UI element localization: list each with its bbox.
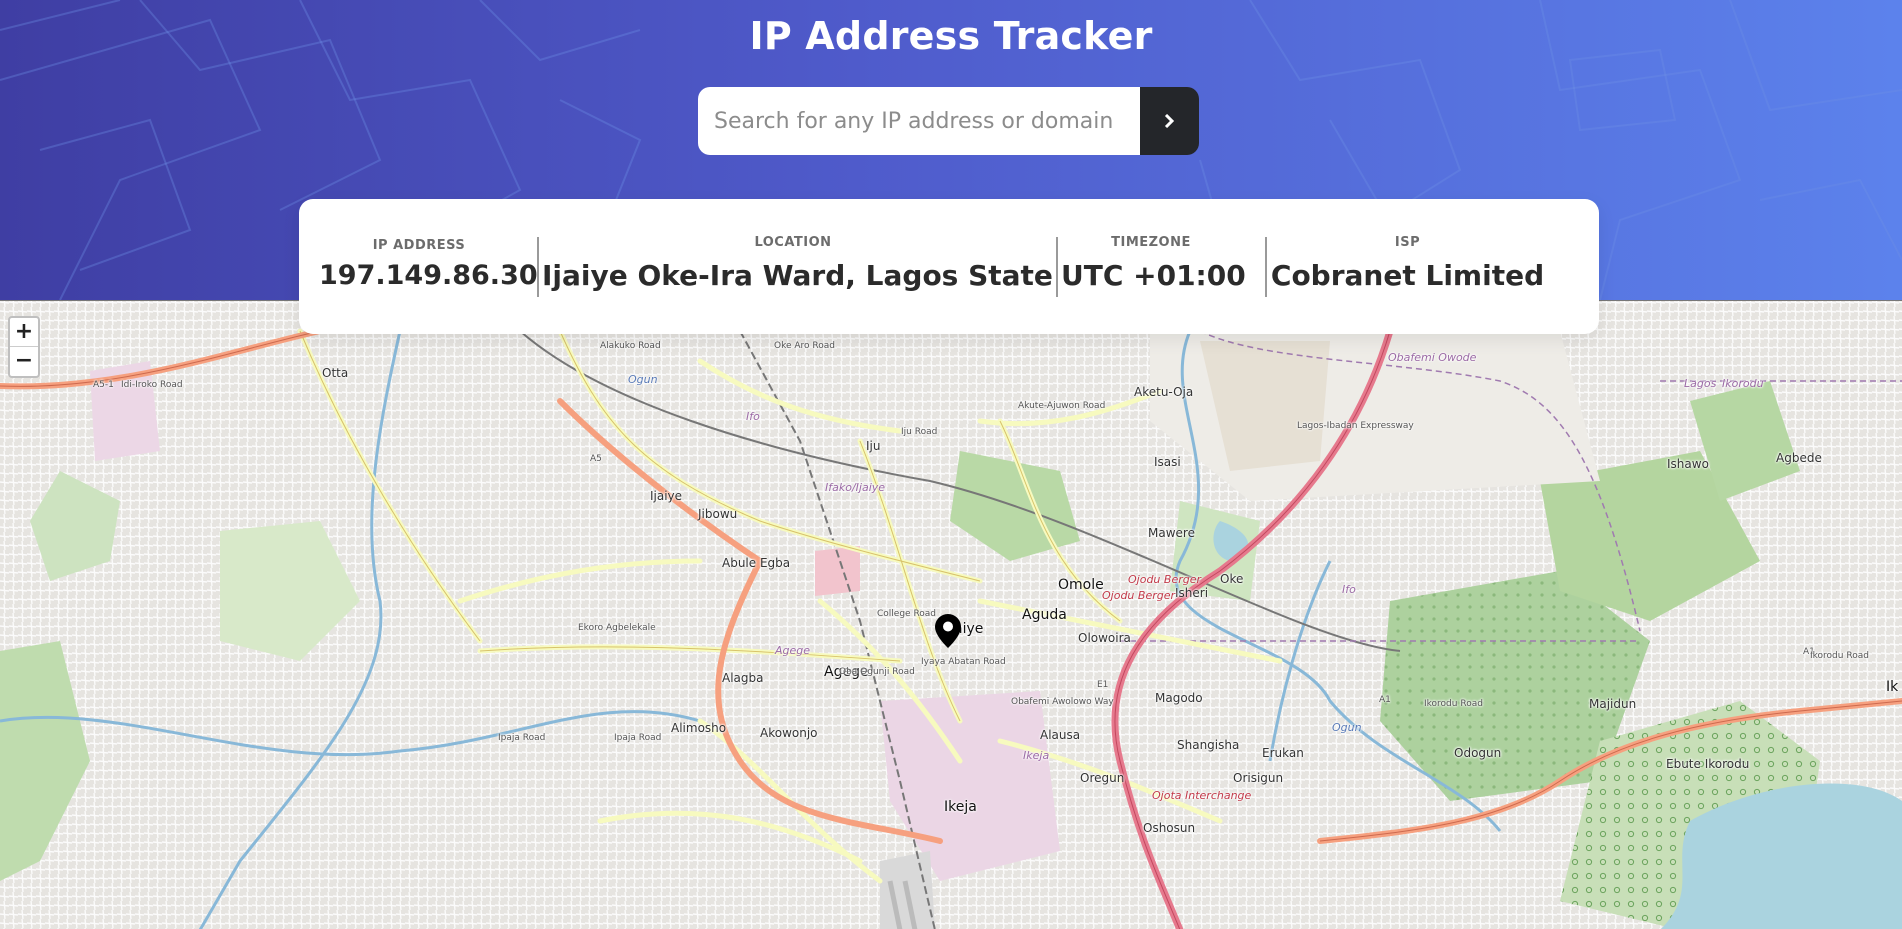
map-label: Erukan [1262,746,1304,760]
map-label: Obafemi Awolowo Way [1011,697,1114,707]
isp-label: ISP [1394,235,1421,250]
map-label: Ogun [1332,721,1362,734]
map-label: Orisigun [1233,771,1284,785]
map-label: A5 [590,454,602,464]
info-divider [1056,237,1058,297]
map-label: Akute-Ajuwon Road [1018,401,1106,411]
map-label: Ijaiye [650,489,683,503]
map-label: Oke [1220,572,1244,586]
zoom-control: + − [8,316,40,378]
map-pin-icon [935,614,961,648]
map-label: Ikorodu Road [1424,699,1483,709]
map-label: Ipaja Road [614,733,662,743]
map-label: Obafemi Owode [1388,351,1477,364]
map-label: Lagos-Ibadan Expressway [1297,421,1414,431]
search-form [698,87,1199,155]
map-label: Odogun [1454,746,1502,760]
map-label: Ogun [628,373,658,386]
map-label: Ikeja [944,799,977,815]
isp-section: ISP Cobranet Limited [1270,199,1545,334]
map-label: Alimosho [671,721,727,735]
map-label: Ikeja [1023,749,1050,762]
timezone-section: TIMEZONE UTC +01:00 [1061,199,1246,334]
ip-address-label: IP ADDRESS [372,238,466,253]
map-label: Ikorodu [1722,377,1764,390]
map-label: Alagba [722,671,764,685]
map-label: Ojota Interchange [1152,789,1252,802]
ip-address-section: IP ADDRESS 197.149.86.30 [319,199,538,334]
map-label: Iyaya Abatan Road [921,657,1006,667]
map-label: Oba Ogunji Road [839,667,915,677]
map-label: Lagos [1684,377,1717,390]
map-label: Ebute Ikorodu [1666,757,1750,771]
location-label: LOCATION [754,235,832,250]
map-label: Omole [1058,577,1104,593]
ip-info-card: IP ADDRESS 197.149.86.30 LOCATION Ijaiye… [299,199,1599,334]
map-label: Ifo [1342,583,1356,596]
map-label: College Road [877,609,937,619]
search-submit-button[interactable] [1140,87,1199,155]
zoom-out-button[interactable]: − [10,347,38,376]
location-value[interactable]: Ijaiye Oke-Ira Ward, Lagos State [542,259,1053,292]
page-title: IP Address Tracker [749,14,1153,58]
location-marker[interactable] [935,614,961,652]
map-label: Ishawo [1667,457,1709,471]
timezone-value[interactable]: UTC +01:00 [1061,259,1246,292]
timezone-label: TIMEZONE [1111,235,1191,250]
info-divider [537,237,539,297]
search-input[interactable] [698,87,1140,155]
map-label: E1 [1097,680,1109,690]
location-section: LOCATION Ijaiye Oke-Ira Ward, Lagos Stat… [542,199,1053,334]
map-label: Aketu-Oja [1134,385,1194,399]
map-label: Oke Aro Road [774,341,835,351]
map-label: Olowoira [1078,631,1131,645]
map-label: Ifo [746,410,760,423]
map-label: Abule Egba [722,556,791,570]
map-label: Isasi [1154,455,1181,469]
map-label: Idi-Iroko Road [121,380,183,390]
map-label: Oshosun [1143,821,1196,835]
map-label: Magodo [1155,691,1203,705]
chevron-right-icon [1164,114,1175,128]
map-label: Ojodu Berger [1102,589,1176,602]
map-label: A5-1 [93,380,114,390]
map-label: Alakuko Road [600,341,661,351]
map-label: Ipaja Road [498,733,546,743]
map-label: Ifako/Ijaiye [825,481,886,494]
map-label: Akowonjo [760,726,818,740]
map-label: Agege [775,644,811,657]
map-label: Otta [322,366,349,380]
map-label: Ojodu Berger [1128,573,1202,586]
map-label: Aguda [1022,607,1067,623]
map-label: Oregun [1080,771,1125,785]
map-label: Majidun [1589,697,1637,711]
map-label: Ekoro Agbelekale [578,623,656,633]
map-label: A1 [1379,695,1391,705]
map-label: Ik [1886,679,1899,695]
map-label: Shangisha [1177,738,1240,752]
zoom-in-button[interactable]: + [10,318,38,347]
map-label: Alausa [1040,728,1081,742]
map-label: Jibowu [698,507,738,521]
isp-value[interactable]: Cobranet Limited [1270,259,1545,292]
info-divider [1265,237,1267,297]
map-label: Iju Road [901,427,938,437]
ip-address-value[interactable]: 197.149.86.30 [319,260,538,291]
map-label: Ikorodu Road [1810,651,1869,661]
map-label: Mawere [1148,526,1195,540]
map-label: Isheri [1175,586,1209,600]
map-label: Iju [866,439,881,453]
map-label: Agbede [1776,451,1822,465]
